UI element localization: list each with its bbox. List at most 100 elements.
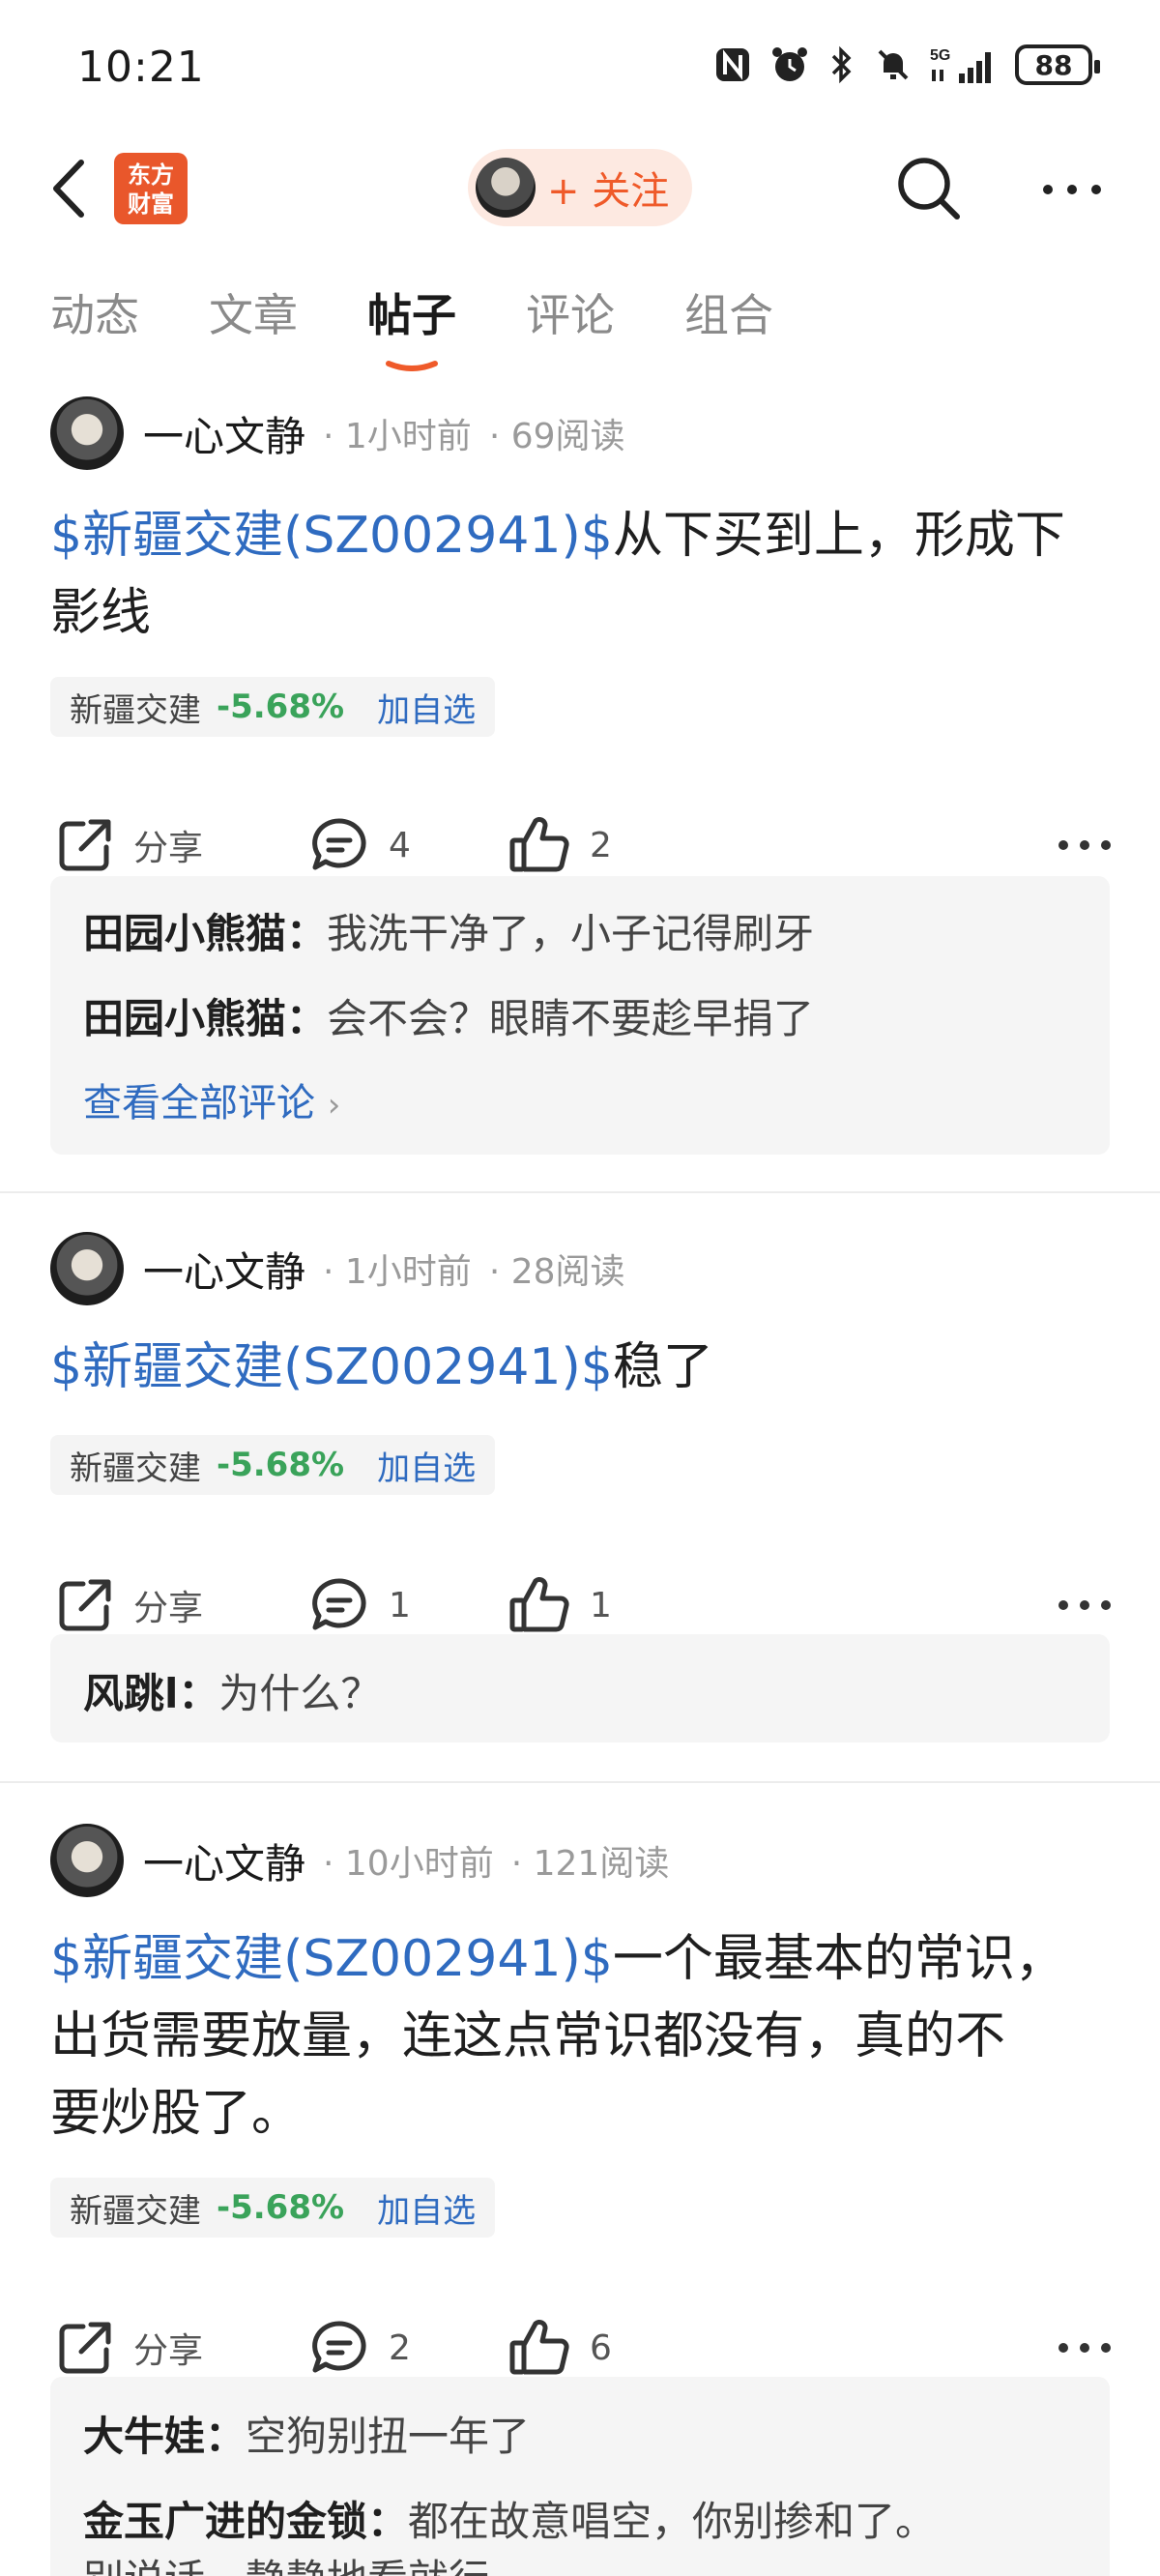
stock-tag-link[interactable]: $新疆交建(SZ002941)$ <box>50 1338 613 1396</box>
share-icon <box>59 1579 111 1631</box>
search-icon <box>898 158 960 220</box>
like-count: 1 <box>590 1585 612 1625</box>
app-logo: 东方 财富 <box>114 153 188 224</box>
author-name[interactable]: 一心文静 <box>143 404 305 463</box>
stock-name: 新疆交建 <box>70 2191 201 2231</box>
author-name[interactable]: 一心文静 <box>143 1240 305 1299</box>
tab-posts[interactable]: 帖子 <box>367 280 456 344</box>
thumbs-up-icon <box>509 1577 569 1632</box>
post-card[interactable]: 一心文静 · 1小时前 · 28阅读 $新疆交建(SZ002941)$稳了 新疆… <box>0 1230 1160 1771</box>
back-button[interactable] <box>43 155 101 222</box>
like-count: 6 <box>590 2327 612 2368</box>
stock-name: 新疆交建 <box>70 1449 201 1488</box>
like-button[interactable]: 1 <box>508 1566 612 1644</box>
comment-item: 金玉广进的金锁：都在故意唱空，你别掺和了。 <box>83 2498 937 2545</box>
more-menu-button[interactable] <box>1038 170 1106 209</box>
comments-preview[interactable]: 田园小熊猫：我洗干净了，小子记得刷牙 田园小熊猫：会不会？眼睛不要趁早捐了 查看… <box>50 876 1110 1155</box>
tab-comments[interactable]: 评论 <box>526 280 615 344</box>
share-button[interactable]: 分享 <box>56 806 203 884</box>
share-label: 分享 <box>133 829 204 868</box>
view-all-comments-link[interactable]: 查看全部评论 › <box>83 1071 340 1127</box>
post-text: 出货需要放量，连这点常识都没有，真的不 <box>50 2007 1006 2065</box>
post-more-icon[interactable] <box>1056 2328 1114 2367</box>
share-label: 分享 <box>133 2331 204 2371</box>
comment-item: 大牛娃：空狗别扭一年了 <box>83 2413 531 2460</box>
search-button[interactable] <box>893 153 965 224</box>
like-button[interactable]: 6 <box>508 2309 612 2386</box>
post-reads: · 121阅读 <box>510 1844 670 1884</box>
tab-articles[interactable]: 文章 <box>209 280 298 344</box>
stock-chip[interactable]: 新疆交建 -5.68% 加自选 <box>50 2178 496 2238</box>
bluetooth-icon <box>827 45 856 84</box>
stock-chip[interactable]: 新疆交建 -5.68% 加自选 <box>50 677 496 737</box>
mute-icon <box>874 45 913 84</box>
comment-text: 空狗别扭一年了 <box>246 2413 531 2460</box>
more-icon <box>1043 185 1101 194</box>
comment-icon <box>312 1578 366 1630</box>
follow-button[interactable]: + 关注 <box>468 149 692 226</box>
author-avatar[interactable] <box>50 1824 124 1897</box>
post-card[interactable]: 一心文静 · 10小时前 · 121阅读 $新疆交建(SZ002941)$一个最… <box>0 1822 1160 2576</box>
share-button[interactable]: 分享 <box>56 2309 203 2386</box>
stock-tag-link[interactable]: $新疆交建(SZ002941)$ <box>50 1930 613 1988</box>
post-content[interactable]: $新疆交建(SZ002941)$从下买到上，形成下 影线 <box>50 497 1114 652</box>
post-more-icon[interactable] <box>1056 826 1114 864</box>
stock-change: -5.68% <box>217 688 345 726</box>
logo-text-2: 财富 <box>128 190 174 218</box>
comment-button[interactable]: 4 <box>309 806 411 884</box>
share-icon <box>59 819 111 871</box>
stock-chip[interactable]: 新疆交建 -5.68% 加自选 <box>50 1435 496 1495</box>
post-content[interactable]: $新疆交建(SZ002941)$稳了 <box>50 1329 1114 1406</box>
comment-user[interactable]: 大牛娃 <box>83 2413 205 2460</box>
comment-count: 2 <box>389 2327 411 2368</box>
svg-text:5G: 5G <box>930 47 950 64</box>
comment-text: 为什么？ <box>218 1670 382 1717</box>
tab-activity[interactable]: 动态 <box>50 280 139 344</box>
comment-text: 我洗干净了，小子记得刷牙 <box>327 910 815 957</box>
share-button[interactable]: 分享 <box>56 1566 203 1644</box>
post-header: 一心文静 · 1小时前 · 28阅读 <box>50 1230 625 1307</box>
logo-text-1: 东方 <box>128 161 174 189</box>
stock-change: -5.68% <box>217 2188 345 2227</box>
comment-button[interactable]: 1 <box>309 1566 411 1644</box>
post-more-icon[interactable] <box>1056 1586 1114 1625</box>
post-header: 一心文静 · 10小时前 · 121阅读 <box>50 1822 669 1899</box>
signal-icon: 5G <box>930 44 998 85</box>
post-header: 一心文静 · 1小时前 · 69阅读 <box>50 395 625 472</box>
post-time: · 10小时前 <box>323 1844 494 1884</box>
comment-user[interactable]: 田园小熊猫 <box>83 995 286 1042</box>
comment-item: 田园小熊猫：会不会？眼睛不要趁早捐了 <box>83 995 815 1042</box>
comment-user[interactable]: 金玉广进的金锁 <box>83 2498 367 2545</box>
post-content[interactable]: $新疆交建(SZ002941)$一个最基本的常识， 出货需要放量，连这点常识都没… <box>50 1920 1114 2152</box>
stock-tag-link[interactable]: $新疆交建(SZ002941)$ <box>50 507 613 565</box>
author-name[interactable]: 一心文静 <box>143 1831 305 1890</box>
add-watchlist-button[interactable]: 加自选 <box>377 684 476 731</box>
comments-preview[interactable]: 大牛娃：空狗别扭一年了 金玉广进的金锁：都在故意唱空，你别掺和了。 别说话，静静… <box>50 2377 1110 2576</box>
author-avatar[interactable] <box>50 1232 124 1305</box>
stock-change: -5.68% <box>217 1446 345 1484</box>
user-avatar <box>476 158 536 218</box>
status-bar: 10:21 5G 88 <box>0 0 1160 135</box>
comment-user[interactable]: 风跳l <box>83 1670 178 1717</box>
author-avatar[interactable] <box>50 396 124 470</box>
comment-button[interactable]: 2 <box>309 2309 411 2386</box>
chevron-right-icon: › <box>327 1086 341 1125</box>
tab-portfolio[interactable]: 组合 <box>684 280 773 344</box>
add-watchlist-button[interactable]: 加自选 <box>377 2184 476 2232</box>
comment-icon <box>312 818 366 870</box>
tab-bar: 动态 文章 帖子 评论 组合 <box>0 280 1160 387</box>
nfc-icon <box>713 45 752 84</box>
post-card[interactable]: 一心文静 · 1小时前 · 69阅读 $新疆交建(SZ002941)$从下买到上… <box>0 395 1160 1187</box>
comment-item: 田园小熊猫：我洗干净了，小子记得刷牙 <box>83 910 815 957</box>
thumbs-up-icon <box>509 817 569 872</box>
post-text: 从下买到上，形成下 <box>612 507 1065 565</box>
like-button[interactable]: 2 <box>508 806 612 884</box>
comment-user[interactable]: 田园小熊猫 <box>83 910 286 957</box>
divider <box>0 1781 1160 1783</box>
like-count: 2 <box>590 825 612 865</box>
post-text: 要炒股了。 <box>50 2085 303 2143</box>
back-arrow-icon <box>53 160 84 218</box>
add-watchlist-button[interactable]: 加自选 <box>377 1442 476 1489</box>
comments-preview[interactable]: 风跳l：为什么？ <box>50 1634 1110 1742</box>
status-icons: 5G 88 <box>713 44 1100 85</box>
